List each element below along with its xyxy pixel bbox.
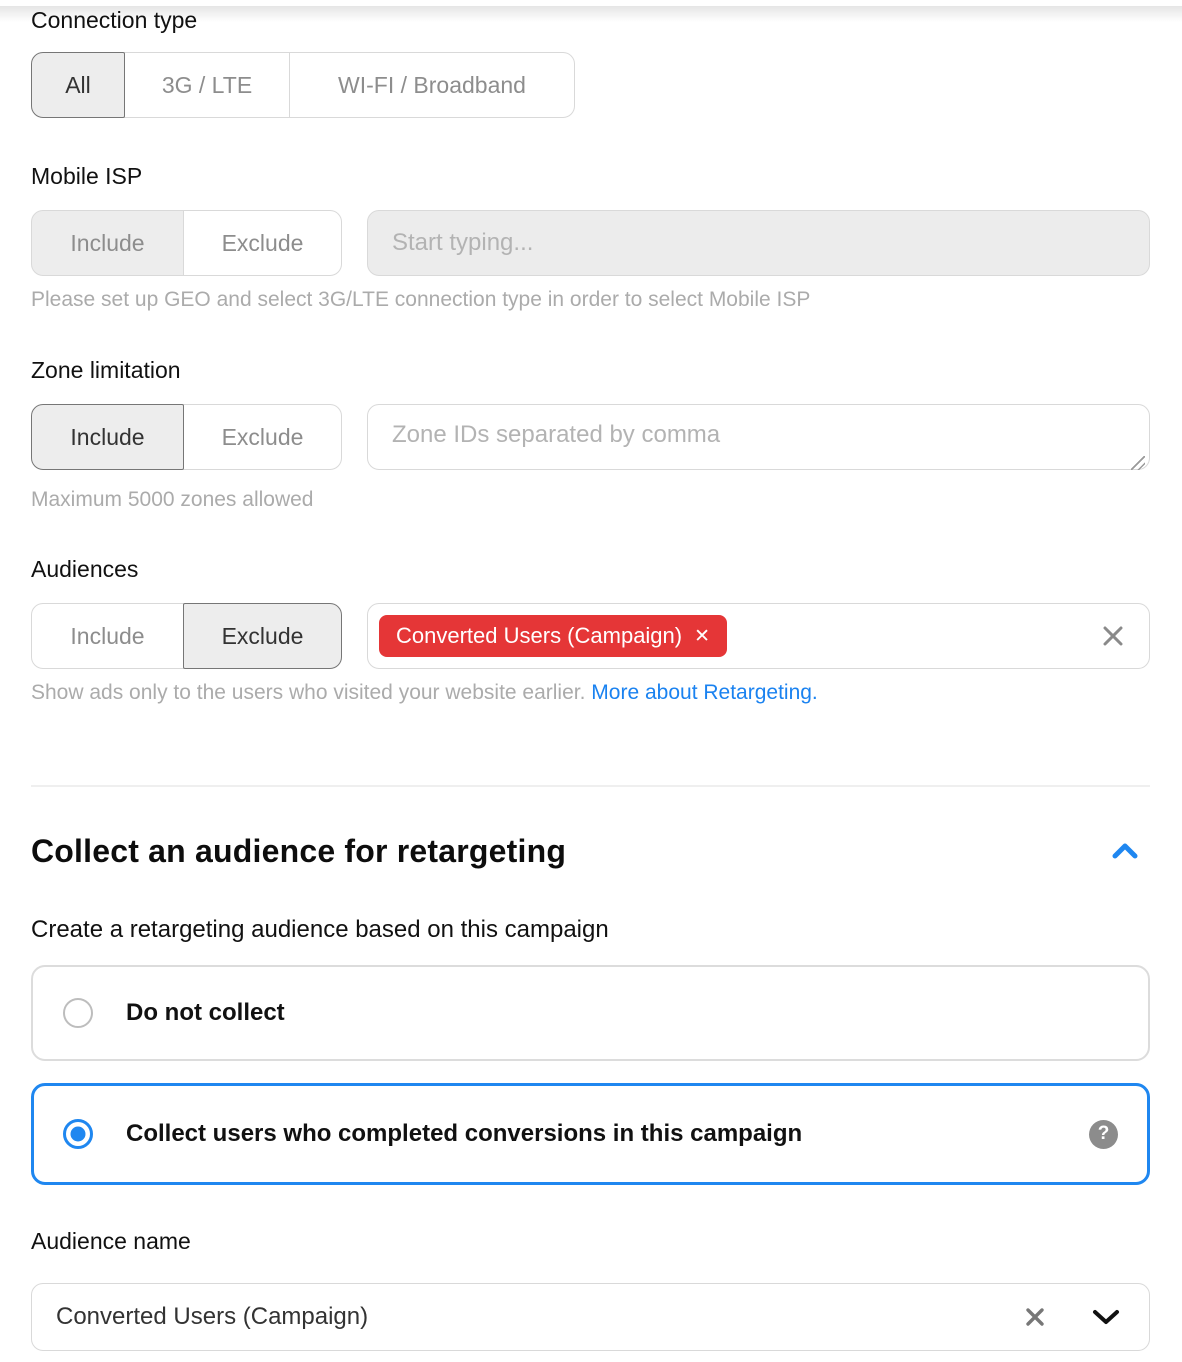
audiences-helper-static: Show ads only to the users who visited y… <box>31 681 585 704</box>
retargeting-subtitle: Create a retargeting audience based on t… <box>31 915 1150 945</box>
audiences-label: Audiences <box>31 555 1150 583</box>
audience-name-value: Converted Users (Campaign) <box>56 1303 368 1331</box>
option-do-not-collect[interactable]: Do not collect <box>31 965 1150 1061</box>
connection-type-option-wifi-broadband[interactable]: WI-FI / Broadband <box>289 52 575 118</box>
retargeting-section-title: Collect an audience for retargeting <box>31 829 566 873</box>
chip-remove-icon[interactable]: ✕ <box>694 627 710 646</box>
audience-chip: Converted Users (Campaign) ✕ <box>379 615 727 657</box>
audience-name-select[interactable]: Converted Users (Campaign) <box>31 1283 1150 1351</box>
zone-limitation-exclude-button[interactable]: Exclude <box>183 404 342 470</box>
resize-grip-icon[interactable] <box>1131 456 1145 470</box>
chevron-down-icon[interactable] <box>1091 1307 1121 1327</box>
section-divider <box>31 785 1150 787</box>
connection-type-option-all[interactable]: All <box>31 52 125 118</box>
mobile-isp-include-button[interactable]: Include <box>31 210 184 276</box>
zone-limitation-include-button[interactable]: Include <box>31 404 184 470</box>
audiences-helper-text: Show ads only to the users who visited y… <box>31 681 1150 705</box>
mobile-isp-label: Mobile ISP <box>31 162 1150 190</box>
targeting-settings-panel: Connection type All 3G / LTE WI-FI / Bro… <box>0 6 1182 1362</box>
zone-ids-textarea[interactable] <box>367 404 1150 470</box>
audiences-include-exclude-toggle: Include Exclude <box>31 603 342 669</box>
mobile-isp-input[interactable] <box>367 210 1150 276</box>
radio-checked-icon[interactable] <box>63 1119 93 1149</box>
audiences-clear-icon[interactable] <box>1099 622 1127 650</box>
connection-type-option-3g-lte[interactable]: 3G / LTE <box>124 52 290 118</box>
zone-limitation-include-exclude-toggle: Include Exclude <box>31 404 342 470</box>
retargeting-help-link[interactable]: More about Retargeting. <box>591 681 817 704</box>
option-label: Do not collect <box>126 999 285 1027</box>
option-collect-converted-users[interactable]: Collect users who completed conversions … <box>31 1083 1150 1185</box>
zone-limitation-label: Zone limitation <box>31 356 1150 384</box>
chevron-up-icon <box>1111 842 1139 860</box>
audience-chip-label: Converted Users (Campaign) <box>396 623 682 649</box>
connection-type-label: Connection type <box>31 6 1150 34</box>
audiences-exclude-button[interactable]: Exclude <box>183 603 342 669</box>
option-label: Collect users who completed conversions … <box>126 1120 802 1148</box>
mobile-isp-include-exclude-toggle: Include Exclude <box>31 210 342 276</box>
help-question-icon[interactable]: ? <box>1089 1120 1118 1149</box>
mobile-isp-helper-text: Please set up GEO and select 3G/LTE conn… <box>31 288 1150 312</box>
audience-name-label: Audience name <box>31 1227 1150 1255</box>
zone-limitation-helper-text: Maximum 5000 zones allowed <box>31 488 1150 512</box>
mobile-isp-exclude-button[interactable]: Exclude <box>183 210 342 276</box>
audiences-include-button[interactable]: Include <box>31 603 184 669</box>
radio-unchecked-icon[interactable] <box>63 998 93 1028</box>
audience-name-clear-icon[interactable] <box>1021 1303 1049 1331</box>
connection-type-segmented-control: All 3G / LTE WI-FI / Broadband <box>31 52 1150 118</box>
audiences-tag-input[interactable]: Converted Users (Campaign) ✕ <box>367 603 1150 669</box>
collapse-section-button[interactable] <box>1110 836 1140 866</box>
